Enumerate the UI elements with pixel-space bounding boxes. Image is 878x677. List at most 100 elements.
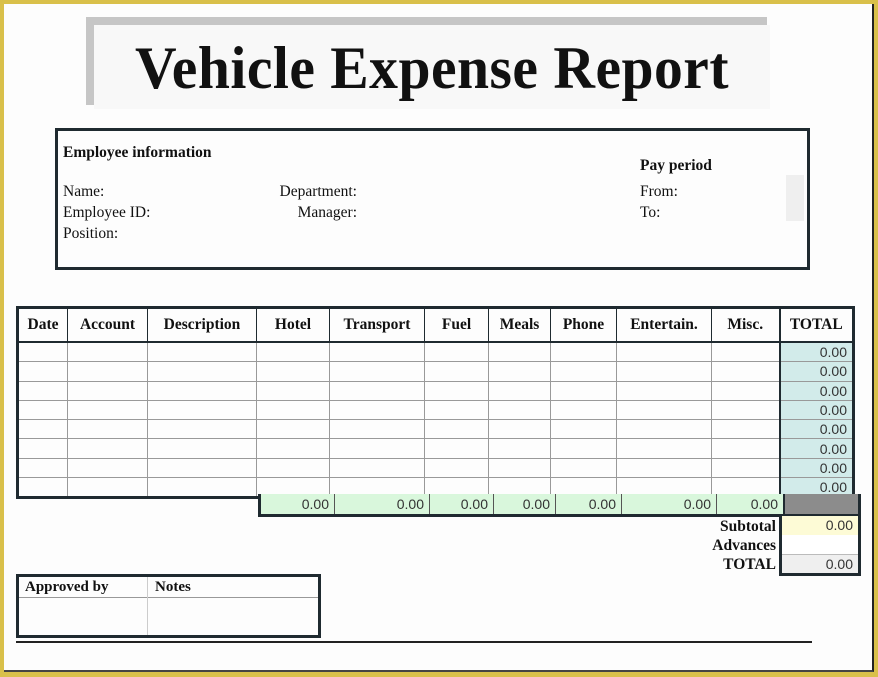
- hotel-cell[interactable]: [256, 399, 330, 420]
- meals-cell[interactable]: [488, 380, 551, 401]
- transport-cell[interactable]: [329, 457, 425, 478]
- entertain-total: 0.00: [621, 494, 716, 514]
- hotel-cell[interactable]: [256, 457, 330, 478]
- fuel-cell[interactable]: [424, 361, 489, 382]
- approved-by-label: Approved by: [25, 579, 109, 595]
- account-cell[interactable]: [67, 399, 148, 420]
- misc-cell[interactable]: [711, 361, 780, 382]
- account-cell[interactable]: [67, 457, 148, 478]
- description-cell[interactable]: [147, 457, 257, 478]
- table-row: 0.00: [17, 438, 854, 459]
- misc-cell[interactable]: [711, 419, 780, 439]
- hotel-cell[interactable]: [256, 341, 330, 362]
- signature-line: [16, 641, 812, 643]
- hotel-cell[interactable]: [256, 380, 330, 401]
- meals-cell[interactable]: [488, 419, 551, 439]
- fuel-cell[interactable]: [424, 419, 489, 439]
- description-cell[interactable]: [147, 438, 257, 459]
- entertain-cell[interactable]: [616, 380, 712, 401]
- description-cell[interactable]: [147, 399, 257, 420]
- description-cell[interactable]: [147, 380, 257, 401]
- transport-cell[interactable]: [329, 341, 425, 362]
- description-cell[interactable]: [147, 361, 257, 382]
- col-phone: Phone: [550, 307, 617, 343]
- misc-cell[interactable]: [711, 438, 780, 459]
- advances-label: Advances: [712, 537, 776, 554]
- approval-divider: [147, 577, 148, 635]
- account-cell[interactable]: [67, 380, 148, 401]
- notes-label: Notes: [155, 579, 191, 595]
- misc-cell[interactable]: [711, 380, 780, 401]
- date-cell[interactable]: [17, 477, 68, 498]
- col-entertain: Entertain.: [616, 307, 712, 343]
- account-cell[interactable]: [67, 361, 148, 382]
- misc-cell[interactable]: [711, 341, 780, 362]
- date-cell[interactable]: [17, 457, 68, 478]
- phone-cell[interactable]: [550, 399, 617, 420]
- meals-cell[interactable]: [488, 361, 551, 382]
- transport-cell[interactable]: [329, 380, 425, 401]
- entertain-cell[interactable]: [616, 341, 712, 362]
- subtotal-label: Subtotal: [720, 518, 776, 535]
- entertain-cell[interactable]: [616, 457, 712, 478]
- phone-cell[interactable]: [550, 457, 617, 478]
- meals-cell[interactable]: [488, 438, 551, 459]
- fuel-cell[interactable]: [424, 457, 489, 478]
- fuel-cell[interactable]: [424, 438, 489, 459]
- date-cell[interactable]: [17, 419, 68, 439]
- phone-cell[interactable]: [550, 438, 617, 459]
- hotel-cell[interactable]: [256, 361, 330, 382]
- fuel-cell[interactable]: [424, 399, 489, 420]
- table-row: 0.00: [17, 419, 854, 439]
- notes-field[interactable]: [153, 599, 313, 633]
- date-cell[interactable]: [17, 361, 68, 382]
- total-label: TOTAL: [723, 556, 776, 573]
- entertain-cell[interactable]: [616, 419, 712, 439]
- entertain-cell[interactable]: [616, 399, 712, 420]
- transport-cell[interactable]: [329, 438, 425, 459]
- misc-cell[interactable]: [711, 399, 780, 420]
- row-total-cell: 0.00: [778, 419, 854, 439]
- row-total-cell: 0.00: [778, 380, 854, 401]
- col-fuel: Fuel: [424, 307, 489, 343]
- fuel-cell[interactable]: [424, 341, 489, 362]
- summary-labels: Subtotal Advances TOTAL: [0, 516, 878, 576]
- column-totals-row: 0.00 0.00 0.00 0.00 0.00 0.00 0.00: [258, 494, 861, 517]
- account-cell[interactable]: [67, 341, 148, 362]
- approved-by-field[interactable]: [25, 599, 143, 633]
- transport-cell[interactable]: [329, 419, 425, 439]
- meals-cell[interactable]: [488, 341, 551, 362]
- col-transport: Transport: [329, 307, 425, 343]
- description-cell[interactable]: [147, 477, 257, 498]
- date-cell[interactable]: [17, 341, 68, 362]
- misc-cell[interactable]: [711, 457, 780, 478]
- meals-total: 0.00: [493, 494, 555, 514]
- phone-cell[interactable]: [550, 380, 617, 401]
- table-row: 0.00: [17, 457, 854, 478]
- description-cell[interactable]: [147, 419, 257, 439]
- pay-period-heading: Pay period: [640, 157, 712, 174]
- entertain-cell[interactable]: [616, 438, 712, 459]
- transport-cell[interactable]: [329, 399, 425, 420]
- account-cell[interactable]: [67, 477, 148, 498]
- entertain-cell[interactable]: [616, 361, 712, 382]
- report-title: Vehicle Expense Report: [135, 35, 729, 101]
- phone-cell[interactable]: [550, 419, 617, 439]
- position-label: Position:: [63, 225, 119, 242]
- description-cell[interactable]: [147, 341, 257, 362]
- pay-period-field[interactable]: [786, 175, 804, 221]
- date-cell[interactable]: [17, 438, 68, 459]
- meals-cell[interactable]: [488, 399, 551, 420]
- fuel-cell[interactable]: [424, 380, 489, 401]
- department-label: Department:: [279, 183, 357, 200]
- hotel-cell[interactable]: [256, 419, 330, 439]
- phone-cell[interactable]: [550, 341, 617, 362]
- date-cell[interactable]: [17, 380, 68, 401]
- phone-cell[interactable]: [550, 361, 617, 382]
- meals-cell[interactable]: [488, 457, 551, 478]
- account-cell[interactable]: [67, 419, 148, 439]
- account-cell[interactable]: [67, 438, 148, 459]
- transport-cell[interactable]: [329, 361, 425, 382]
- hotel-cell[interactable]: [256, 438, 330, 459]
- date-cell[interactable]: [17, 399, 68, 420]
